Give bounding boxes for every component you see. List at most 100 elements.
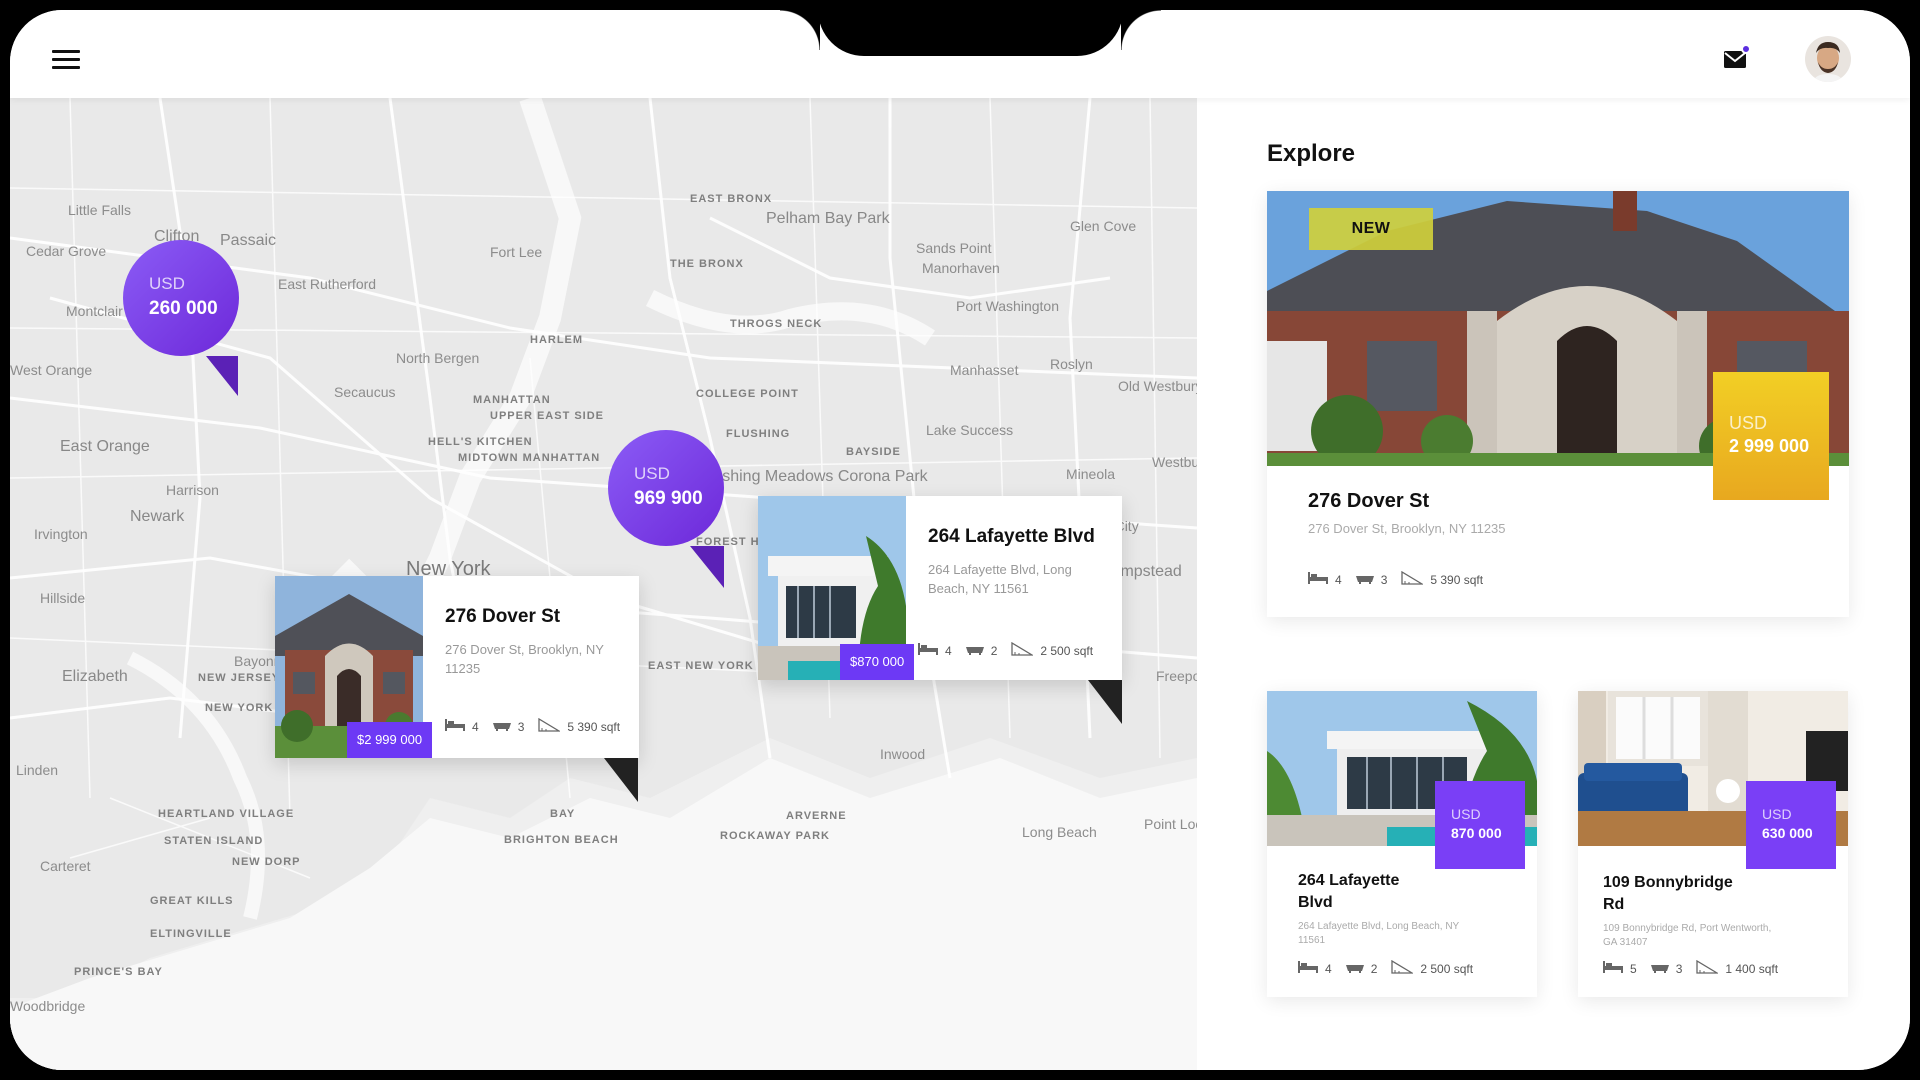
address-line: GA 31407 (1603, 937, 1648, 948)
hamburger-icon[interactable] (52, 50, 80, 70)
pin-pointer (206, 356, 238, 396)
bed-icon (445, 719, 465, 734)
listing-price: $2 999 000 (347, 722, 433, 758)
listing-address: 276 Dover St, Brooklyn, NY 11235 (445, 642, 604, 676)
listing-card[interactable]: USD 630 000 109 Bonnybridge Rd 109 Bonny… (1578, 691, 1848, 997)
map-place-label: Sands Point (916, 240, 992, 256)
pin-amount: 969 900 (634, 488, 703, 509)
listing-stats: 5 3 1 400 sqft (1603, 959, 1778, 977)
map-place-label: Port Washington (956, 298, 1059, 314)
title-line: 264 Lafayette (1298, 872, 1400, 889)
app-window: Little Falls Clifton Passaic Cedar Grove For… (10, 10, 1910, 1070)
beds-count: 4 (1325, 961, 1332, 976)
map-place-label: ARVERNE (786, 810, 847, 822)
map-place-label: Glen Cove (1070, 218, 1137, 234)
featured-listing-card[interactable]: NEW USD 2 999 000 276 Dover St 276 Dover… (1267, 191, 1849, 617)
listing-price: USD 870 000 (1435, 781, 1525, 869)
beds-count: 4 (945, 643, 952, 658)
listing-title: 276 Dover St (1308, 490, 1430, 512)
listing-stats: 4 2 2 500 sqft (1298, 959, 1473, 977)
map-place-label: Manorhaven (922, 260, 1000, 276)
bathtub-icon (1650, 961, 1669, 976)
map-place-label: Lake Success (926, 422, 1014, 438)
map-place-label: PRINCE'S BAY (74, 966, 163, 978)
map-place-label: Roslyn (1050, 356, 1093, 372)
address-line: 109 Bonnybridge Rd, Port Wentworth, (1603, 923, 1772, 934)
map-listing-card[interactable]: $2 999 000 276 Dover St 276 Dover St, Br… (275, 576, 639, 758)
beds-count: 4 (1335, 572, 1342, 587)
bed-icon (1298, 961, 1318, 976)
map-place-label: Cedar Grove (26, 243, 107, 259)
featured-price: USD 2 999 000 (1713, 372, 1829, 500)
baths-count: 3 (517, 719, 525, 734)
pin-currency: USD (634, 464, 670, 483)
map-place-label: Woodbridge (10, 998, 86, 1014)
new-badge: NEW (1309, 208, 1433, 250)
bathtub-icon (492, 719, 511, 734)
pin-pointer (690, 546, 724, 588)
map-place-label: ROCKAWAY PARK (720, 830, 830, 842)
map-listing-card[interactable]: $870 000 264 Lafayette Blvd 264 Lafayett… (758, 496, 1122, 680)
map-place-label: Flushing Meadows Corona Park (700, 468, 928, 485)
listing-title: 264 Lafayette Blvd (928, 526, 1095, 547)
map-view[interactable]: Little Falls Clifton Passaic Cedar Grove For… (10, 98, 1197, 1070)
notification-dot (1741, 44, 1751, 54)
baths-count: 3 (1675, 961, 1683, 976)
map-place-label: MIDTOWN MANHATTAN (458, 452, 601, 464)
price-currency: USD (1451, 806, 1481, 822)
pin-amount: 260 000 (149, 298, 218, 319)
map-place-label: Long Beach (1022, 824, 1097, 840)
map-place-label: Linden (16, 762, 59, 778)
pin-currency: USD (149, 274, 185, 293)
area-value: 2 500 sqft (1040, 643, 1094, 658)
device-notch (818, 10, 1123, 56)
price-currency: USD (1729, 413, 1768, 433)
map-place-label: Montclair (66, 303, 123, 319)
address-line: 264 Lafayette Blvd, Long Beach, NY (1298, 921, 1460, 932)
price-pin[interactable]: USD 969 900 (608, 430, 724, 546)
map-place-label: Secaucus (334, 384, 396, 400)
listing-price: USD 630 000 (1746, 781, 1836, 869)
listing-stats: 4 3 5 390 sqft (1308, 570, 1483, 588)
map-place-label: Inwood (880, 746, 926, 762)
baths-count: 2 (1370, 961, 1378, 976)
price-amount: 870 000 (1451, 825, 1502, 841)
area-icon (1391, 959, 1415, 977)
area-icon (1401, 570, 1425, 588)
map-place-label: BRIGHTON BEACH (504, 834, 619, 846)
map-place-label: STATEN ISLAND (164, 835, 264, 847)
explore-title: Explore (1267, 140, 1356, 167)
map-place-label: Newark (130, 508, 185, 525)
card-pointer (604, 758, 638, 802)
map-place-label: MANHATTAN (473, 394, 551, 406)
user-avatar[interactable] (1805, 36, 1851, 82)
map-place-label: THROGS NECK (730, 318, 823, 330)
map-place-label: Mineola (1066, 466, 1116, 482)
map-place-label: Westbury (1152, 454, 1197, 470)
map-place-label: FLUSHING (726, 428, 791, 440)
map-place-label: EAST NEW YORK (648, 660, 754, 672)
listing-card[interactable]: USD 870 000 264 Lafayette Blvd 264 Lafay… (1267, 691, 1537, 997)
price-pin[interactable]: USD 260 000 (123, 240, 239, 356)
map-place-label: Elizabeth (62, 668, 128, 685)
map-place-label: Fort Lee (490, 244, 543, 260)
map-place-label: EAST BRONX (690, 193, 773, 205)
map-place-label: Passaic (220, 232, 277, 249)
baths-count: 2 (990, 643, 998, 658)
map-place-label: COLLEGE POINT (696, 388, 799, 400)
beds-count: 4 (472, 719, 479, 734)
map-place-label: Little Falls (68, 202, 132, 218)
area-icon (1696, 959, 1720, 977)
map-place-label: BAYSIDE (846, 446, 901, 458)
price-currency: USD (1762, 806, 1792, 822)
price-amount: 2 999 000 (1729, 436, 1810, 456)
map-place-label: BAY (550, 808, 576, 820)
map-place-label: Harrison (166, 482, 219, 498)
map-place-label: Freeport (1156, 668, 1197, 684)
map-place-label: Manhasset (950, 362, 1019, 378)
price-amount: 630 000 (1762, 825, 1813, 841)
listing-address: 276 Dover St, Brooklyn, NY 11235 (1308, 521, 1506, 536)
area-icon (1011, 641, 1035, 659)
listing-address: 264 Lafayette Blvd, Long Beach, NY 11561 (928, 562, 1072, 596)
map-place-label: HARLEM (530, 334, 584, 346)
